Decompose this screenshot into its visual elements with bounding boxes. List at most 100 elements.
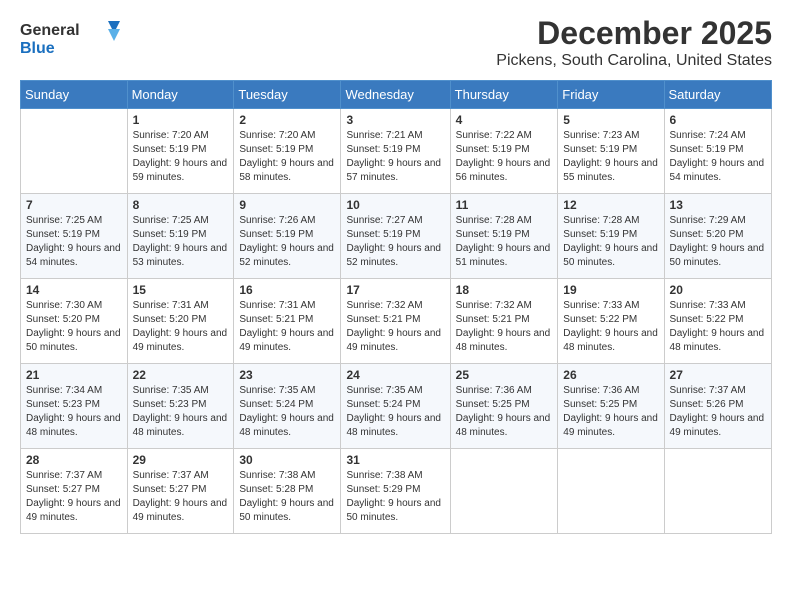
day-info: Sunrise: 7:35 AMSunset: 5:24 PMDaylight:… [346, 384, 444, 440]
calendar-week-row: 28Sunrise: 7:37 AMSunset: 5:27 PMDayligh… [21, 449, 772, 534]
weekday-header: Sunday [21, 81, 128, 109]
calendar-cell [450, 449, 558, 534]
day-info: Sunrise: 7:28 AMSunset: 5:19 PMDaylight:… [456, 214, 553, 270]
day-number: 4 [456, 113, 553, 127]
header: General Blue December 2025 Pickens, Sout… [20, 15, 772, 70]
day-info: Sunrise: 7:29 AMSunset: 5:20 PMDaylight:… [670, 214, 766, 270]
weekday-header: Friday [558, 81, 664, 109]
weekday-header: Saturday [664, 81, 771, 109]
day-info: Sunrise: 7:36 AMSunset: 5:25 PMDaylight:… [456, 384, 553, 440]
calendar-cell: 7 Sunrise: 7:25 AMSunset: 5:19 PMDaylight… [21, 194, 128, 279]
day-number: 2 [239, 113, 335, 127]
calendar-cell: 4 Sunrise: 7:22 AMSunset: 5:19 PMDaylight… [450, 109, 558, 194]
calendar-cell: 14 Sunrise: 7:30 AMSunset: 5:20 PMDayligh… [21, 279, 128, 364]
day-number: 3 [346, 113, 444, 127]
day-info: Sunrise: 7:34 AMSunset: 5:23 PMDaylight:… [26, 384, 122, 440]
calendar-cell: 30Sunrise: 7:38 AMSunset: 5:28 PMDayligh… [234, 449, 341, 534]
day-info: Sunrise: 7:26 AMSunset: 5:19 PMDaylight:… [239, 214, 335, 270]
calendar-cell: 2 Sunrise: 7:20 AMSunset: 5:19 PMDaylight… [234, 109, 341, 194]
calendar-cell: 20 Sunrise: 7:33 AMSunset: 5:22 PMDayligh… [664, 279, 771, 364]
day-number: 8 [133, 198, 229, 212]
day-info: Sunrise: 7:38 AMSunset: 5:29 PMDaylight:… [346, 469, 444, 525]
calendar-cell: 9 Sunrise: 7:26 AMSunset: 5:19 PMDaylight… [234, 194, 341, 279]
day-info: Sunrise: 7:23 AMSunset: 5:19 PMDaylight:… [563, 129, 658, 185]
calendar-cell: 12 Sunrise: 7:28 AMSunset: 5:19 PMDayligh… [558, 194, 664, 279]
calendar-table: SundayMondayTuesdayWednesdayThursdayFrid… [20, 80, 772, 534]
calendar-week-row: 14 Sunrise: 7:30 AMSunset: 5:20 PMDayligh… [21, 279, 772, 364]
calendar-week-row: 21 Sunrise: 7:34 AMSunset: 5:23 PMDayligh… [21, 364, 772, 449]
svg-text:General: General [20, 22, 80, 39]
day-number: 9 [239, 198, 335, 212]
month-title: December 2025 [496, 15, 772, 52]
calendar-cell: 13Sunrise: 7:29 AMSunset: 5:20 PMDayligh… [664, 194, 771, 279]
day-number: 22 [133, 368, 229, 382]
day-info: Sunrise: 7:37 AMSunset: 5:27 PMDaylight:… [133, 469, 229, 525]
day-number: 7 [26, 198, 122, 212]
calendar-cell: 11 Sunrise: 7:28 AMSunset: 5:19 PMDayligh… [450, 194, 558, 279]
calendar-week-row: 1 Sunrise: 7:20 AMSunset: 5:19 PMDaylight… [21, 109, 772, 194]
weekday-header: Thursday [450, 81, 558, 109]
day-info: Sunrise: 7:35 AMSunset: 5:24 PMDaylight:… [239, 384, 335, 440]
calendar-week-row: 7 Sunrise: 7:25 AMSunset: 5:19 PMDaylight… [21, 194, 772, 279]
day-info: Sunrise: 7:37 AMSunset: 5:26 PMDaylight:… [670, 384, 766, 440]
day-info: Sunrise: 7:31 AMSunset: 5:20 PMDaylight:… [133, 299, 229, 355]
day-number: 19 [563, 283, 658, 297]
day-number: 27 [670, 368, 766, 382]
day-info: Sunrise: 7:25 AMSunset: 5:19 PMDaylight:… [133, 214, 229, 270]
day-number: 31 [346, 453, 444, 467]
calendar-cell: 23 Sunrise: 7:35 AMSunset: 5:24 PMDayligh… [234, 364, 341, 449]
weekday-header: Wednesday [341, 81, 450, 109]
calendar-cell: 26Sunrise: 7:36 AMSunset: 5:25 PMDayligh… [558, 364, 664, 449]
day-number: 20 [670, 283, 766, 297]
calendar-cell: 5 Sunrise: 7:23 AMSunset: 5:19 PMDaylight… [558, 109, 664, 194]
day-info: Sunrise: 7:27 AMSunset: 5:19 PMDaylight:… [346, 214, 444, 270]
day-info: Sunrise: 7:28 AMSunset: 5:19 PMDaylight:… [563, 214, 658, 270]
calendar-cell: 15 Sunrise: 7:31 AMSunset: 5:20 PMDayligh… [127, 279, 234, 364]
calendar-cell [21, 109, 128, 194]
day-number: 10 [346, 198, 444, 212]
day-number: 29 [133, 453, 229, 467]
day-info: Sunrise: 7:36 AMSunset: 5:25 PMDaylight:… [563, 384, 658, 440]
calendar-cell: 28Sunrise: 7:37 AMSunset: 5:27 PMDayligh… [21, 449, 128, 534]
day-number: 12 [563, 198, 658, 212]
calendar-cell: 17Sunrise: 7:32 AMSunset: 5:21 PMDayligh… [341, 279, 450, 364]
day-info: Sunrise: 7:32 AMSunset: 5:21 PMDaylight:… [456, 299, 553, 355]
day-number: 1 [133, 113, 229, 127]
weekday-header: Tuesday [234, 81, 341, 109]
day-info: Sunrise: 7:22 AMSunset: 5:19 PMDaylight:… [456, 129, 553, 185]
calendar-cell [558, 449, 664, 534]
calendar-cell: 10 Sunrise: 7:27 AMSunset: 5:19 PMDayligh… [341, 194, 450, 279]
day-info: Sunrise: 7:25 AMSunset: 5:19 PMDaylight:… [26, 214, 122, 270]
day-number: 24 [346, 368, 444, 382]
location-subtitle: Pickens, South Carolina, United States [496, 52, 772, 70]
day-number: 18 [456, 283, 553, 297]
calendar-cell: 22Sunrise: 7:35 AMSunset: 5:23 PMDayligh… [127, 364, 234, 449]
day-info: Sunrise: 7:33 AMSunset: 5:22 PMDaylight:… [563, 299, 658, 355]
day-info: Sunrise: 7:20 AMSunset: 5:19 PMDaylight:… [239, 129, 335, 185]
day-info: Sunrise: 7:37 AMSunset: 5:27 PMDaylight:… [26, 469, 122, 525]
calendar-cell: 8 Sunrise: 7:25 AMSunset: 5:19 PMDaylight… [127, 194, 234, 279]
day-info: Sunrise: 7:31 AMSunset: 5:21 PMDaylight:… [239, 299, 335, 355]
calendar-cell: 21 Sunrise: 7:34 AMSunset: 5:23 PMDayligh… [21, 364, 128, 449]
day-number: 14 [26, 283, 122, 297]
calendar-cell: 6 Sunrise: 7:24 AMSunset: 5:19 PMDaylight… [664, 109, 771, 194]
calendar-cell: 29 Sunrise: 7:37 AMSunset: 5:27 PMDayligh… [127, 449, 234, 534]
day-info: Sunrise: 7:24 AMSunset: 5:19 PMDaylight:… [670, 129, 766, 185]
day-number: 11 [456, 198, 553, 212]
day-number: 23 [239, 368, 335, 382]
day-number: 15 [133, 283, 229, 297]
day-number: 21 [26, 368, 122, 382]
logo-icon: General Blue [20, 15, 130, 60]
page-container: General Blue December 2025 Pickens, Sout… [0, 0, 792, 612]
weekday-header: Monday [127, 81, 234, 109]
calendar-cell: 27 Sunrise: 7:37 AMSunset: 5:26 PMDayligh… [664, 364, 771, 449]
day-number: 5 [563, 113, 658, 127]
logo: General Blue [20, 15, 130, 60]
day-info: Sunrise: 7:33 AMSunset: 5:22 PMDaylight:… [670, 299, 766, 355]
day-number: 6 [670, 113, 766, 127]
calendar-cell: 1Sunrise: 7:20 AMSunset: 5:19 PMDaylight… [127, 109, 234, 194]
calendar-cell: 16Sunrise: 7:31 AMSunset: 5:21 PMDayligh… [234, 279, 341, 364]
day-number: 25 [456, 368, 553, 382]
calendar-cell [664, 449, 771, 534]
day-info: Sunrise: 7:30 AMSunset: 5:20 PMDaylight:… [26, 299, 122, 355]
